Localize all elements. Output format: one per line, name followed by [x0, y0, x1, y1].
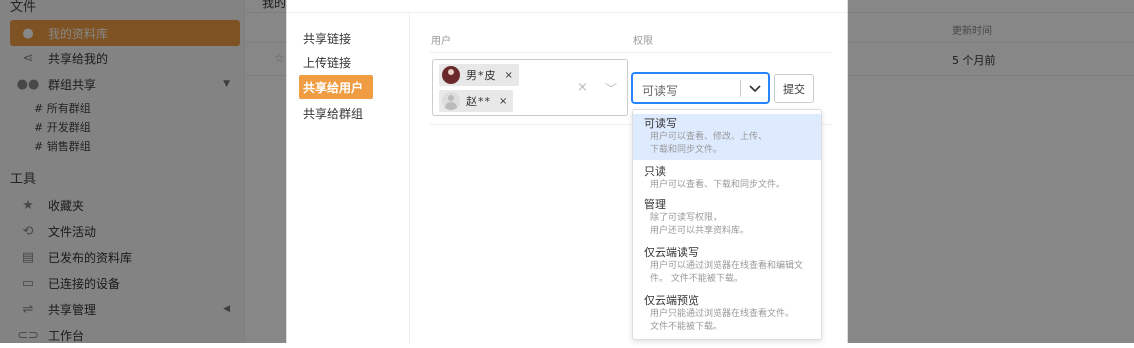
user-column-label: 用户	[431, 36, 451, 47]
option-cloud-edit[interactable]: 仅云端读写 用户可以通过浏览器在线查看和编辑文 件。 文件不能被下载。	[633, 244, 821, 290]
tab-upload-link[interactable]: 上传链接	[299, 50, 373, 74]
permission-column-label: 权限	[633, 36, 653, 47]
option-title: 管理	[644, 198, 666, 211]
option-title: 只读	[644, 165, 666, 178]
option-desc: 件。 文件不能被下载。	[650, 274, 743, 284]
option-title: 可读写	[644, 117, 677, 130]
permission-select-value: 可读写	[642, 84, 679, 98]
option-desc: 用户可以查看、修改、上传、	[650, 132, 768, 142]
share-dialog: 共享链接 上传链接 共享给用户 共享给群组 用户 权限 男*皮 × 赵** × …	[286, 0, 848, 343]
chip-remove-icon[interactable]: ×	[505, 70, 513, 81]
user-select-input[interactable]: 男*皮 × 赵** ×	[432, 59, 628, 116]
submit-button[interactable]: 提交	[774, 74, 814, 103]
option-desc: 用户只能通过浏览器在线查看文件。	[650, 309, 795, 319]
divider	[430, 52, 832, 53]
chevron-down-icon[interactable]: ﹀	[605, 80, 617, 97]
option-title: 仅云端读写	[644, 246, 699, 259]
avatar	[442, 92, 460, 110]
tab-share-to-user[interactable]: 共享给用户	[299, 75, 373, 99]
user-chip-name: 赵**	[466, 95, 491, 108]
share-nav: 共享链接 上传链接 共享给用户 共享给群组	[287, 13, 410, 343]
avatar	[442, 66, 460, 84]
chevron-down-icon[interactable]	[746, 79, 764, 97]
option-admin[interactable]: 管理 除了可读写权限， 用户还可以共享资料库。	[633, 196, 821, 242]
option-desc: 除了可读写权限，	[650, 213, 723, 223]
user-chip: 男*皮 ×	[439, 64, 519, 86]
option-title: 仅云端预览	[644, 294, 699, 307]
user-chip-name: 男*皮	[466, 69, 497, 82]
permission-select[interactable]: 可读写	[632, 73, 769, 103]
option-desc: 用户可以通过浏览器在线查看和编辑文	[650, 261, 804, 271]
option-desc: 用户可以查看、下载和同步文件。	[650, 180, 786, 190]
option-desc: 用户还可以共享资料库。	[650, 226, 750, 236]
option-cloud-preview[interactable]: 仅云端预览 用户只能通过浏览器在线查看文件。 文件不能被下载。	[633, 292, 821, 338]
user-chip: 赵** ×	[439, 90, 514, 112]
tab-share-to-group[interactable]: 共享给群组	[299, 101, 373, 125]
divider	[740, 80, 741, 97]
option-read-write[interactable]: 可读写 用户可以查看、修改、上传、 下载和同步文件。	[633, 114, 821, 160]
option-desc: 文件不能被下载。	[650, 322, 723, 332]
option-read-only[interactable]: 只读 用户可以查看、下载和同步文件。	[633, 163, 821, 195]
clear-icon[interactable]: ×	[577, 80, 588, 95]
chip-remove-icon[interactable]: ×	[499, 96, 507, 107]
tab-share-link[interactable]: 共享链接	[299, 26, 373, 50]
option-desc: 下载和同步文件。	[650, 145, 723, 155]
permission-dropdown-menu: 可读写 用户可以查看、修改、上传、 下载和同步文件。 只读 用户可以查看、下载和…	[632, 109, 822, 340]
